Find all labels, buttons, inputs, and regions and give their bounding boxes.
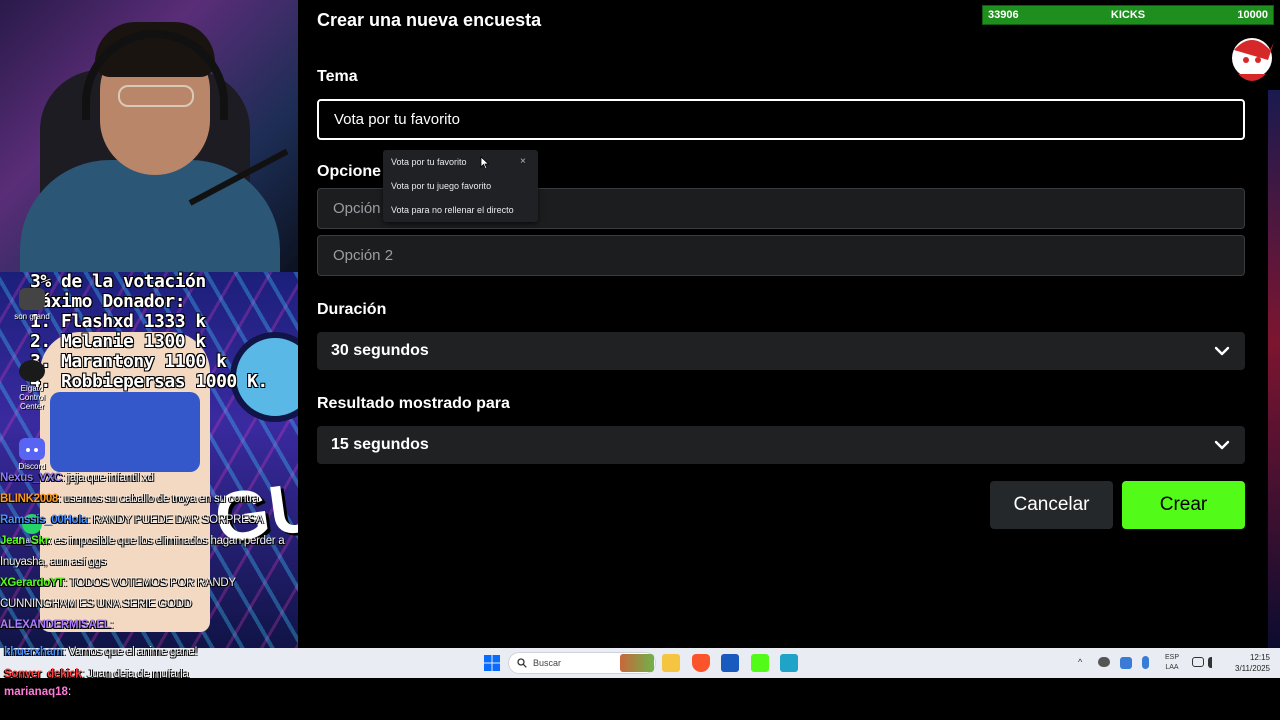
donor-line: 2. Melanie 1300 k xyxy=(30,331,206,352)
topic-input[interactable] xyxy=(317,99,1245,140)
chat-username: ALEXANDERMISAEL xyxy=(0,619,111,631)
chat-text: : Vamos que el anime gane! xyxy=(62,646,198,658)
chat-username: Nexus_VXC xyxy=(0,472,62,484)
chat-feed: Nexus_VXC: jaja que infantil xd BLINK200… xyxy=(0,468,298,636)
result-duration-label: Resultado mostrado para xyxy=(317,395,510,412)
kicks-goal-bar: KICKS 33906 10000 xyxy=(982,5,1274,25)
suggestion-item[interactable]: Vota para no rellenar el directo xyxy=(391,205,514,215)
discord-icon xyxy=(19,438,45,460)
chat-message: Ramssis_00Hola: RANDY PUEDE DAR SORPRESA xyxy=(0,510,298,531)
duration-label: Duración xyxy=(317,301,387,318)
chat-message: XGerardoYT: TODOS VOTEMOS POR RANDY CUNN… xyxy=(0,573,298,615)
chevron-down-icon xyxy=(1214,440,1230,450)
file-explorer-icon[interactable] xyxy=(662,654,680,672)
duration-value: 30 segundos xyxy=(331,342,429,359)
chat-message: ALEXANDERMISAEL: xyxy=(0,615,298,636)
result-duration-select[interactable]: 15 segundos xyxy=(317,426,1245,464)
option-2-input[interactable] xyxy=(317,235,1245,276)
chat-username: khuerxham xyxy=(4,646,63,658)
suggestion-item[interactable]: Vota por tu favorito xyxy=(391,157,467,167)
bottom-black-band: marianaq18: xyxy=(0,678,1280,720)
cloud-icon[interactable] xyxy=(1098,657,1110,667)
options-label: Opcione xyxy=(317,163,382,180)
sound-icon xyxy=(19,288,45,310)
chat-message: Jean_Skr: es imposible que los eliminado… xyxy=(0,531,298,573)
chat-username: Jean_Skr xyxy=(0,535,49,547)
autocomplete-suggestions: Vota por tu favorito × Vota por tu juego… xyxy=(383,150,538,222)
desktop-icon-discord[interactable]: Discord xyxy=(10,438,54,471)
webcam-feed xyxy=(0,0,298,272)
duration-select[interactable]: 30 segundos xyxy=(317,332,1245,370)
chat-text: : xyxy=(110,619,114,631)
donor-line: 1. Flashxd 1333 k xyxy=(30,311,206,332)
chat-text: : xyxy=(67,686,72,698)
suggestion-item[interactable]: Vota por tu juego favorito xyxy=(391,181,491,191)
donor-leaderboard: 3% de la votación Máximo Donador: 1. Fla… xyxy=(30,272,295,392)
chat-message: BLINK2008: usemos su caballo de troya en… xyxy=(0,489,298,510)
chat-username: Ramssis_00Hola xyxy=(0,514,88,526)
result-duration-value: 15 segundos xyxy=(331,436,429,453)
chat-text: : RANDY PUEDE DAR SORPRESA xyxy=(87,514,264,526)
taskbar-clock[interactable]: 12:15 3/11/2025 xyxy=(1226,652,1270,674)
volume-icon[interactable] xyxy=(1208,657,1220,668)
desktop-icon-elgato[interactable]: Elgato Control Center xyxy=(10,360,54,411)
language-indicator[interactable]: ESP LAA xyxy=(1160,653,1184,673)
chat-username: BLINK2008 xyxy=(0,493,59,505)
topic-label: Tema xyxy=(317,68,358,85)
brave-browser-icon[interactable] xyxy=(692,654,710,672)
dialog-title: Crear una nueva encuesta xyxy=(317,10,542,30)
search-highlight-icon[interactable] xyxy=(620,654,654,672)
cartoon-shorts xyxy=(50,392,200,472)
donor-line: Máximo Donador: xyxy=(30,291,186,312)
chat-message: Nexus_VXC: jaja que infantil xd xyxy=(0,468,298,489)
notepad-icon[interactable] xyxy=(780,654,798,672)
chat-message: khuerxham: Vamos que el anime gane! xyxy=(4,642,198,663)
kicks-current: 33906 xyxy=(988,9,1019,21)
kicks-label: KICKS xyxy=(1110,9,1146,21)
create-button[interactable]: Crear xyxy=(1122,481,1245,529)
search-placeholder: Buscar xyxy=(533,658,562,668)
display-icon[interactable] xyxy=(1192,657,1204,667)
glasses xyxy=(118,85,194,107)
close-icon[interactable]: × xyxy=(520,156,526,167)
mouse-cursor-icon xyxy=(480,156,490,170)
word-icon[interactable] xyxy=(721,654,739,672)
chevron-down-icon xyxy=(1214,346,1230,356)
elgato-icon xyxy=(19,360,45,382)
windows-start-icon[interactable] xyxy=(484,655,500,671)
chat-message: marianaq18: xyxy=(4,686,71,698)
chat-text: : jaja que infantil xd xyxy=(61,472,154,484)
network-app-icon[interactable] xyxy=(1120,657,1132,669)
kicks-goal: 10000 xyxy=(1237,9,1268,21)
donor-line: 3. Marantony 1100 k xyxy=(30,351,227,372)
background-art-strip xyxy=(1268,90,1280,648)
chat-text: : usemos su caballo de troya en su contr… xyxy=(58,493,259,505)
stream-overlay-panel: GU 3% de la votación Máximo Donador: 1. … xyxy=(0,0,298,648)
search-icon xyxy=(517,658,527,668)
chat-username: XGerardoYT xyxy=(0,577,65,589)
desktop-icon-sound[interactable]: son grand xyxy=(10,288,54,321)
clock-date: 3/11/2025 xyxy=(1235,664,1270,673)
microphone-icon[interactable] xyxy=(1142,656,1149,669)
chat-username: marianaq18 xyxy=(4,686,68,698)
clock-time: 12:15 xyxy=(1249,653,1270,662)
donor-line: 3% de la votación xyxy=(30,271,206,292)
cancel-button[interactable]: Cancelar xyxy=(990,481,1113,529)
donor-line: 4. Robbiepersas 1000 K. xyxy=(30,371,268,392)
anime-sticker-icon xyxy=(1232,38,1274,81)
tray-chevron-up-icon[interactable]: ^ xyxy=(1078,657,1082,667)
kick-icon[interactable] xyxy=(751,654,769,672)
create-poll-dialog: Crear una nueva encuesta Tema Opcione Du… xyxy=(298,0,1268,648)
